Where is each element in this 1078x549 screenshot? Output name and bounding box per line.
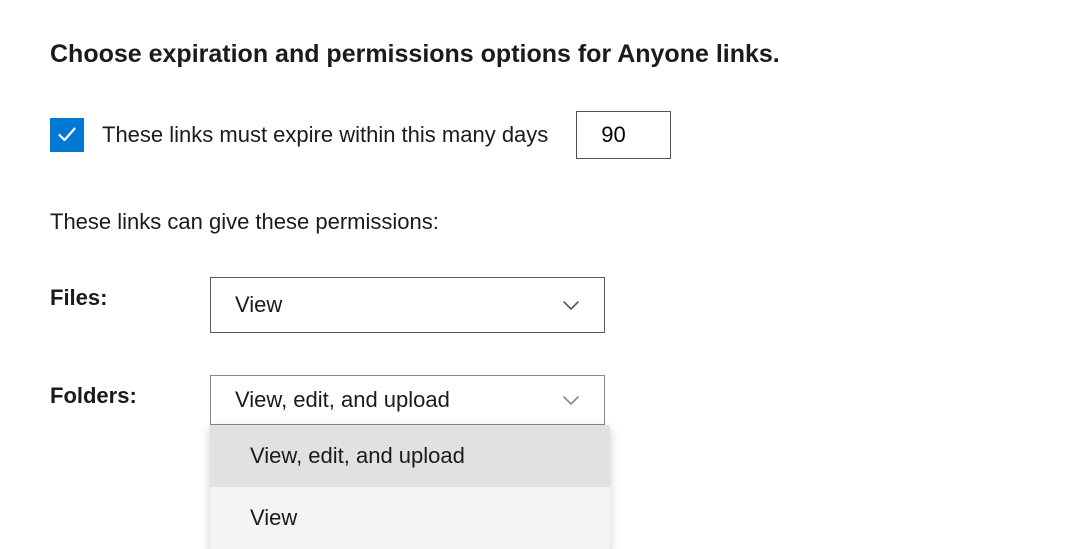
expiration-row: These links must expire within this many… bbox=[50, 111, 1028, 159]
folders-option-view[interactable]: View bbox=[210, 487, 610, 549]
checkmark-icon bbox=[57, 125, 77, 145]
chevron-down-icon bbox=[562, 394, 580, 406]
chevron-down-icon bbox=[562, 299, 580, 311]
expiration-days-input[interactable] bbox=[576, 111, 671, 159]
folders-dropdown-options: View, edit, and upload View bbox=[210, 425, 610, 549]
files-permission-row: Files: View bbox=[50, 277, 1028, 333]
folders-dropdown-value: View, edit, and upload bbox=[235, 387, 450, 413]
section-title: Choose expiration and permissions option… bbox=[50, 40, 1028, 69]
permissions-intro: These links can give these permissions: bbox=[50, 209, 1028, 235]
folders-permission-row: Folders: View, edit, and upload View, ed… bbox=[50, 375, 1028, 425]
folders-label: Folders: bbox=[50, 375, 210, 409]
files-dropdown-value: View bbox=[235, 292, 282, 318]
files-label: Files: bbox=[50, 277, 210, 311]
files-permission-dropdown[interactable]: View bbox=[210, 277, 605, 333]
folders-permission-dropdown[interactable]: View, edit, and upload bbox=[210, 375, 605, 425]
expiration-checkbox[interactable] bbox=[50, 118, 84, 152]
folders-option-view-edit-upload[interactable]: View, edit, and upload bbox=[210, 425, 610, 487]
expiration-label: These links must expire within this many… bbox=[102, 122, 548, 148]
